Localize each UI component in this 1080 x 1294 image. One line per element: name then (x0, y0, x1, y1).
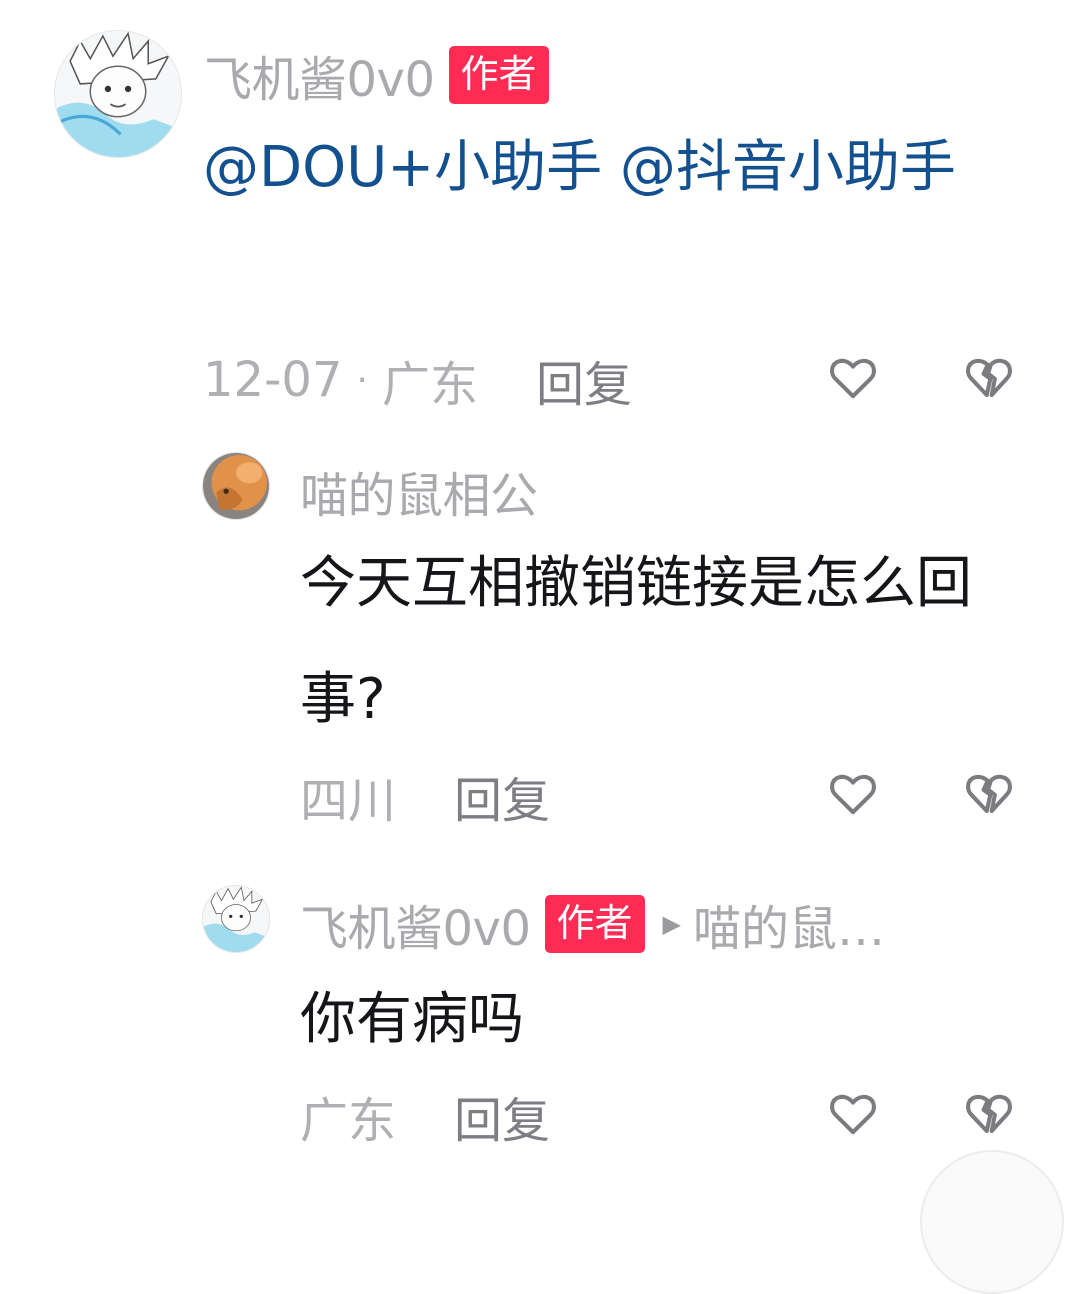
like-button[interactable] (826, 350, 880, 404)
reply-to-arrow-icon: ▶ (662, 910, 681, 938)
reply-text: 今天互相撤销链接是怎么回事? (300, 551, 972, 732)
heart-outline-icon (830, 358, 876, 399)
floating-action-button[interactable] (920, 1150, 1064, 1294)
reply-text: 你有病吗 (300, 987, 524, 1052)
anime-white-hair-avatar-icon (55, 31, 181, 157)
heart-outline-icon (830, 774, 876, 815)
broken-heart-icon (966, 774, 1012, 814)
reply-button[interactable]: 回复 (536, 345, 632, 415)
meta-separator: · (356, 359, 368, 401)
user-avatar[interactable] (202, 885, 270, 953)
reply-button[interactable]: 回复 (454, 1081, 550, 1151)
reply-target-username[interactable]: 喵的鼠… (693, 889, 885, 959)
broken-heart-icon (966, 358, 1012, 398)
anime-white-hair-avatar-icon (203, 886, 269, 952)
comment-username[interactable]: 飞机酱0v0 (204, 40, 435, 110)
reply-username[interactable]: 飞机酱0v0 (300, 889, 531, 959)
dislike-button[interactable] (962, 350, 1016, 404)
reply-username[interactable]: 喵的鼠相公 (300, 456, 538, 526)
like-button[interactable] (826, 766, 880, 820)
dislike-button[interactable] (962, 766, 1016, 820)
dislike-button[interactable] (962, 1086, 1016, 1140)
like-button[interactable] (826, 1086, 880, 1140)
comment-date: 12-07 (203, 352, 343, 408)
author-badge: 作者 (448, 46, 549, 104)
broken-heart-icon (966, 1094, 1012, 1134)
author-badge: 作者 (544, 895, 645, 953)
reply-location: 四川 (300, 773, 397, 829)
orange-cat-avatar-icon (203, 453, 269, 519)
comment-text: @DOU+小助手 @抖音小助手 (203, 110, 1023, 226)
user-avatar[interactable] (54, 30, 182, 158)
user-avatar[interactable] (202, 452, 270, 520)
mention-link[interactable]: @抖音小助手 (620, 135, 956, 200)
comment-location: 广东 (381, 357, 478, 413)
reply-location: 广东 (300, 1093, 397, 1149)
reply-button[interactable]: 回复 (454, 761, 550, 831)
heart-outline-icon (830, 1094, 876, 1135)
mention-link[interactable]: @DOU+小助手 (203, 135, 602, 200)
